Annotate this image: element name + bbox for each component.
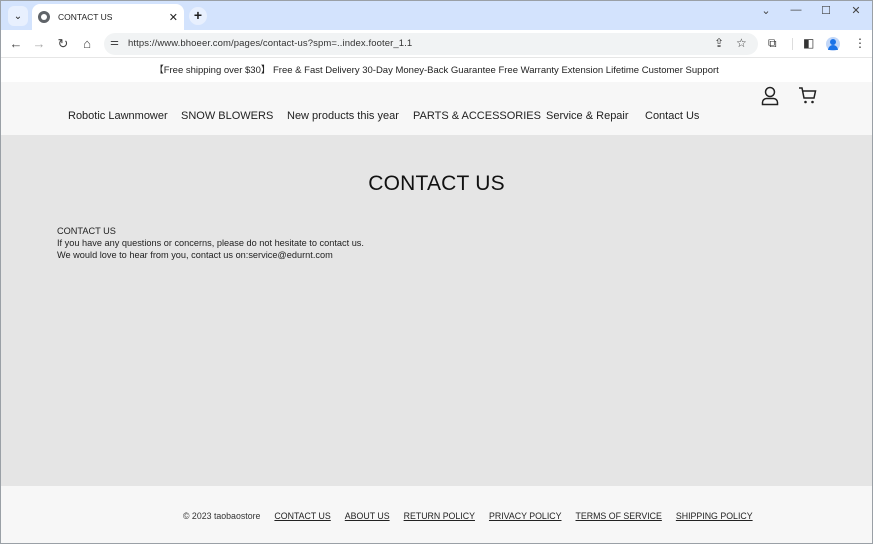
minimize-button[interactable]: — [786,4,806,16]
share-icon[interactable]: ⇪ [714,36,724,50]
browser-toolbar: ← → ↻ ⌂ ⚌ https://www.bhoeer.com/pages/c… [0,30,873,58]
new-tab-button[interactable]: + [189,7,207,25]
contact-content: CONTACT US If you have any questions or … [57,225,364,261]
page-title: CONTACT US [368,172,505,195]
side-panel-icon[interactable]: ◧ [803,36,814,50]
footer-link-terms-of-service[interactable]: TERMS OF SERVICE [576,511,662,521]
home-button[interactable]: ⌂ [79,36,95,51]
browser-titlebar: ⌄ CONTACT US ✕ + ⌄ — ☐ ✕ [0,0,873,30]
footer-link-contact-us[interactable]: CONTACT US [274,511,330,521]
site-header: Robotic Lawnmower SNOW BLOWERS New produ… [0,82,873,135]
nav-service-repair[interactable]: Service & Repair [546,110,629,122]
footer-link-privacy-policy[interactable]: PRIVACY POLICY [489,511,562,521]
browser-tab[interactable]: CONTACT US ✕ [32,4,184,30]
announcement-bar: 【Free shipping over $30】 Free & Fast Del… [0,59,873,82]
extensions-icon[interactable]: ⧉ [768,36,777,51]
globe-icon [38,11,50,23]
contact-email-text: We would love to hear from you, contact … [57,250,333,260]
url-text[interactable]: https://www.bhoeer.com/pages/contact-us?… [128,38,412,49]
maximize-button[interactable]: ☐ [816,4,836,17]
chevron-down-icon: ⌄ [13,10,23,22]
profile-avatar[interactable] [826,37,840,51]
footer-link-about-us[interactable]: ABOUT US [345,511,390,521]
web-page: 【Free shipping over $30】 Free & Fast Del… [0,59,873,544]
tab-title: CONTACT US [58,12,113,22]
copyright: © 2023 taobaostore [183,511,261,521]
close-tab-icon[interactable]: ✕ [169,11,178,24]
contact-text: If you have any questions or concerns, p… [57,238,364,248]
bookmark-star-icon[interactable]: ☆ [736,36,747,50]
nav-snow-blowers[interactable]: SNOW BLOWERS [181,110,273,122]
browser-menu-icon[interactable]: ⋮ [854,36,866,50]
tab-search-button[interactable]: ⌄ [8,6,28,26]
site-info-icon[interactable]: ⚌ [110,37,119,48]
nav-robotic-lawnmower[interactable]: Robotic Lawnmower [68,110,168,122]
forward-button[interactable]: → [31,36,47,51]
chevron-down-icon[interactable]: ⌄ [756,4,776,17]
cart-icon[interactable] [798,86,817,105]
account-icon[interactable] [761,86,779,106]
toolbar-divider [792,38,793,50]
reload-button[interactable]: ↻ [55,36,71,52]
nav-new-products[interactable]: New products this year [287,110,399,122]
site-footer: © 2023 taobaostore CONTACT US ABOUT US R… [0,486,873,544]
contact-heading: CONTACT US [57,226,116,236]
nav-parts-accessories[interactable]: PARTS & ACCESSORIES [413,110,541,122]
address-bar[interactable]: ⚌ https://www.bhoeer.com/pages/contact-u… [104,33,758,55]
footer-link-shipping-policy[interactable]: SHIPPING POLICY [676,511,753,521]
nav-contact-us[interactable]: Contact Us [645,110,699,122]
footer-link-return-policy[interactable]: RETURN POLICY [404,511,475,521]
back-button[interactable]: ← [8,36,24,51]
close-window-button[interactable]: ✕ [846,4,866,17]
